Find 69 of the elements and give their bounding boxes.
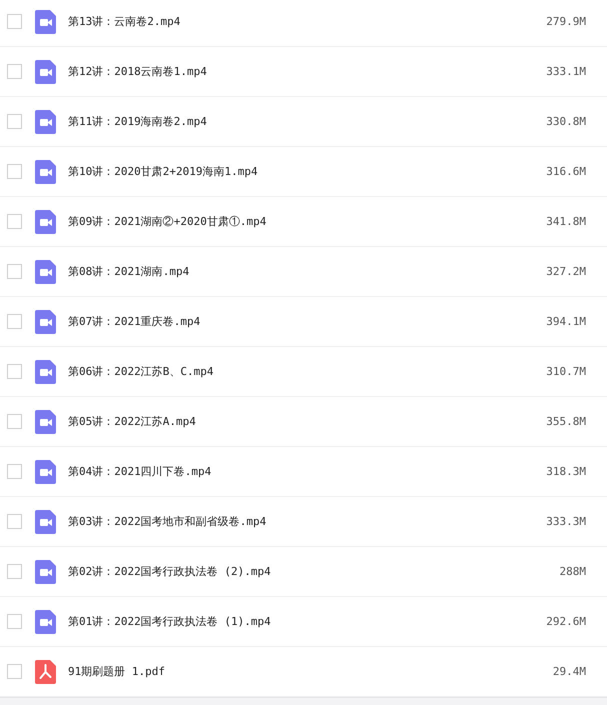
checkbox[interactable] bbox=[7, 414, 22, 429]
file-size: 292.6M bbox=[546, 615, 586, 628]
video-file-icon bbox=[35, 510, 56, 534]
video-file-icon bbox=[35, 60, 56, 84]
file-size: 310.7M bbox=[546, 365, 586, 378]
video-file-icon bbox=[35, 210, 56, 234]
file-size: 288M bbox=[560, 565, 586, 578]
file-row[interactable]: 第06讲：2022江苏B、C.mp4 310.7M bbox=[0, 347, 607, 397]
file-row[interactable]: 第12讲：2018云南卷1.mp4 333.1M bbox=[0, 47, 607, 97]
file-name: 第10讲：2020甘肃2+2019海南1.mp4 bbox=[68, 164, 259, 179]
file-row[interactable]: 第08讲：2021湖南.mp4 327.2M bbox=[0, 247, 607, 297]
file-name: 第06讲：2022江苏B、C.mp4 bbox=[68, 364, 214, 379]
file-size: 333.3M bbox=[546, 515, 586, 528]
video-file-icon bbox=[35, 310, 56, 334]
file-size: 394.1M bbox=[546, 315, 586, 328]
checkbox[interactable] bbox=[7, 14, 22, 29]
file-name: 第07讲：2021重庆卷.mp4 bbox=[68, 314, 202, 329]
checkbox[interactable] bbox=[7, 514, 22, 529]
checkbox[interactable] bbox=[7, 664, 22, 679]
video-file-icon bbox=[35, 560, 56, 584]
video-file-icon bbox=[35, 10, 56, 34]
file-size: 279.9M bbox=[546, 15, 586, 28]
file-row[interactable]: 第13讲：云南卷2.mp4 279.9M bbox=[0, 0, 607, 47]
file-size: 330.8M bbox=[546, 115, 586, 128]
checkbox[interactable] bbox=[7, 214, 22, 229]
checkbox[interactable] bbox=[7, 364, 22, 379]
checkbox[interactable] bbox=[7, 114, 22, 129]
file-name: 第03讲：2022国考地市和副省级卷.mp4 bbox=[68, 514, 268, 529]
checkbox[interactable] bbox=[7, 64, 22, 79]
file-row[interactable]: 第10讲：2020甘肃2+2019海南1.mp4 316.6M bbox=[0, 147, 607, 197]
file-size: 355.8M bbox=[546, 415, 586, 428]
video-file-icon bbox=[35, 610, 56, 634]
file-name: 91期刷题册 1.pdf bbox=[68, 664, 166, 679]
file-size: 341.8M bbox=[546, 215, 586, 228]
file-name: 第04讲：2021四川下卷.mp4 bbox=[68, 464, 212, 479]
file-row[interactable]: 第11讲：2019海南卷2.mp4 330.8M bbox=[0, 97, 607, 147]
file-name: 第11讲：2019海南卷2.mp4 bbox=[68, 114, 208, 129]
file-row[interactable]: 第07讲：2021重庆卷.mp4 394.1M bbox=[0, 297, 607, 347]
file-row[interactable]: 第02讲：2022国考行政执法卷 (2).mp4 288M bbox=[0, 547, 607, 597]
file-name: 第09讲：2021湖南②+2020甘肃①.mp4 bbox=[68, 214, 268, 229]
checkbox[interactable] bbox=[7, 614, 22, 629]
checkbox[interactable] bbox=[7, 264, 22, 279]
video-file-icon bbox=[35, 110, 56, 134]
file-name: 第08讲：2021湖南.mp4 bbox=[68, 264, 190, 279]
file-row[interactable]: 第04讲：2021四川下卷.mp4 318.3M bbox=[0, 447, 607, 497]
file-size: 327.2M bbox=[546, 265, 586, 278]
file-name: 第05讲：2022江苏A.mp4 bbox=[68, 414, 197, 429]
pdf-file-icon bbox=[35, 660, 56, 684]
file-name: 第02讲：2022国考行政执法卷 (2).mp4 bbox=[68, 564, 272, 579]
checkbox[interactable] bbox=[7, 164, 22, 179]
file-size: 333.1M bbox=[546, 65, 586, 78]
checkbox[interactable] bbox=[7, 464, 22, 479]
video-file-icon bbox=[35, 360, 56, 384]
file-row[interactable]: 第03讲：2022国考地市和副省级卷.mp4 333.3M bbox=[0, 497, 607, 547]
checkbox[interactable] bbox=[7, 314, 22, 329]
checkbox[interactable] bbox=[7, 564, 22, 579]
file-row[interactable]: 第05讲：2022江苏A.mp4 355.8M bbox=[0, 397, 607, 447]
video-file-icon bbox=[35, 410, 56, 434]
file-row[interactable]: 第01讲：2022国考行政执法卷 (1).mp4 292.6M bbox=[0, 597, 607, 647]
file-name: 第01讲：2022国考行政执法卷 (1).mp4 bbox=[68, 614, 272, 629]
video-file-icon bbox=[35, 160, 56, 184]
file-size: 318.3M bbox=[546, 465, 586, 478]
file-name: 第13讲：云南卷2.mp4 bbox=[68, 14, 182, 29]
file-name: 第12讲：2018云南卷1.mp4 bbox=[68, 64, 208, 79]
file-row[interactable]: 第09讲：2021湖南②+2020甘肃①.mp4 341.8M bbox=[0, 197, 607, 247]
video-file-icon bbox=[35, 260, 56, 284]
file-size: 29.4M bbox=[552, 665, 586, 678]
video-file-icon bbox=[35, 460, 56, 484]
file-size: 316.6M bbox=[546, 165, 586, 178]
